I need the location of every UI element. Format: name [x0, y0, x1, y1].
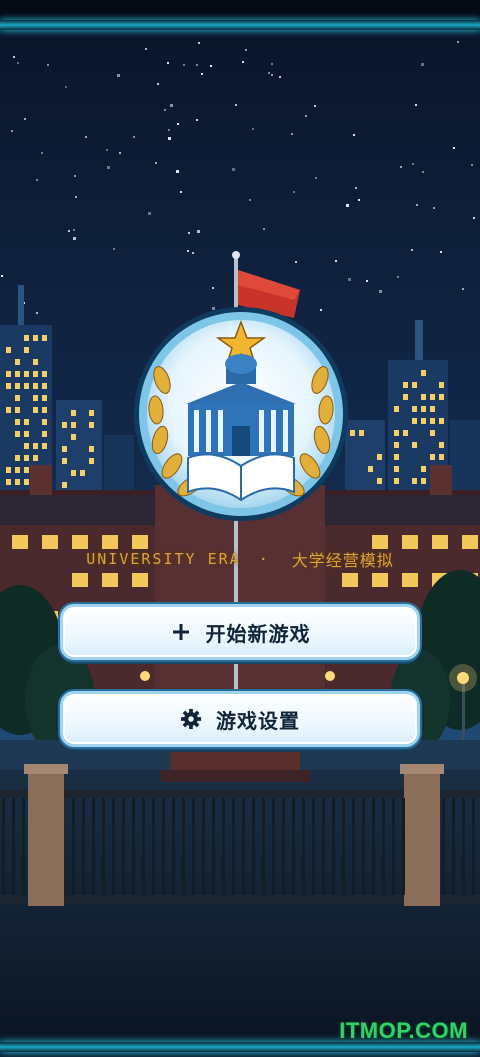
game-settings-button[interactable]: 游戏设置 [60, 691, 420, 747]
game-settings-label: 游戏设置 [216, 708, 300, 733]
night-campus-background [0, 0, 480, 1057]
top-frame-edge [0, 0, 480, 20]
site-watermark: ITMOP.COM [339, 1018, 468, 1043]
university-emblem-logo [134, 307, 348, 521]
plus-icon [170, 621, 192, 643]
monument-base [160, 752, 310, 782]
top-frame-bar [0, 20, 480, 30]
game-subtitle: UNIVERSITY ERA · 大学经营模拟 [0, 547, 480, 573]
subtitle-english: UNIVERSITY ERA [86, 550, 241, 568]
start-new-game-label: 开始新游戏 [205, 621, 311, 646]
subtitle-chinese: 大学经营模拟 [291, 551, 394, 570]
start-new-game-button[interactable]: 开始新游戏 [60, 604, 420, 660]
gear-icon [180, 708, 202, 730]
subtitle-separator: · [258, 550, 270, 568]
